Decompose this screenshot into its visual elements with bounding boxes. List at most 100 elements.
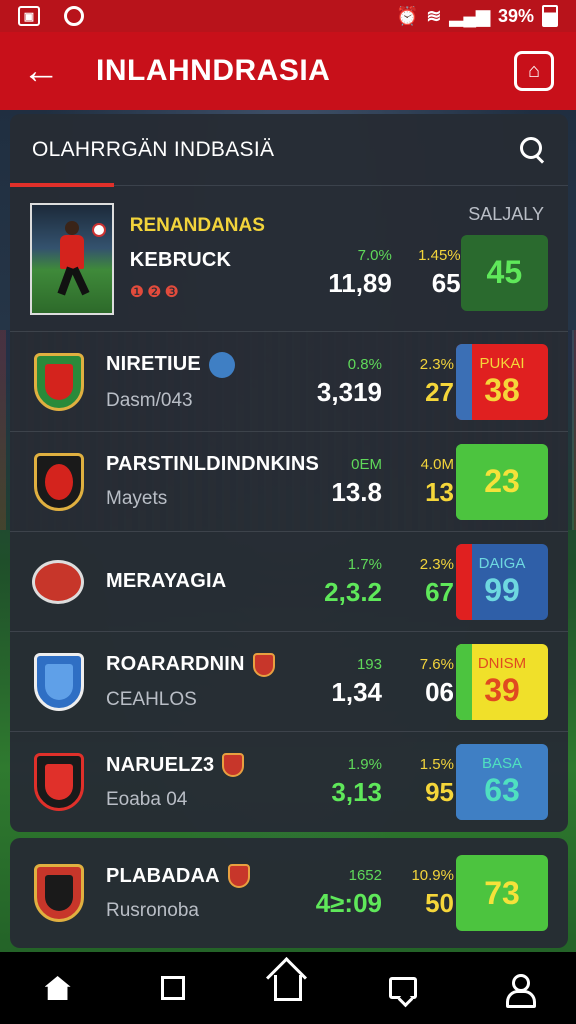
- league-name: RENANDANAS: [129, 215, 265, 236]
- club-crest-icon: [34, 753, 84, 811]
- score-badge: 45: [460, 234, 548, 311]
- team-sub: CEAHLOS: [106, 688, 197, 710]
- stat-secondary-value: 67: [425, 576, 454, 607]
- stat-primary-pct: 1.7%: [347, 555, 382, 573]
- team-badge-icon: [252, 652, 275, 677]
- alarm-icon: ⏰: [396, 5, 419, 26]
- score-badge: DAIGA 99: [456, 543, 548, 620]
- team-sub: Mayets: [106, 488, 168, 509]
- team-sub: Eoaba 04: [106, 789, 188, 810]
- stat-secondary-pct: 4.0M: [420, 455, 454, 473]
- nav-profile[interactable]: [488, 964, 548, 1012]
- wifi-icon: ≋: [426, 5, 442, 26]
- player-name: KEBRUCK: [129, 249, 232, 271]
- stat-secondary-pct: 2.3%: [419, 355, 454, 373]
- stat-secondary-value: 95: [425, 777, 454, 807]
- nav-messages[interactable]: [373, 964, 433, 1012]
- team-badge-icon: [227, 864, 250, 888]
- stat-primary-pct: 7.0%: [357, 246, 392, 264]
- stat-secondary: 4.0M 13: [390, 456, 454, 508]
- team-sub: Dasm/043: [106, 389, 193, 411]
- stat-secondary: 7.6% 06: [390, 656, 454, 708]
- featured-row[interactable]: RENANDANAS KEBRUCK ❶❷❸ 7.0% 11,89 1.45% …: [10, 186, 568, 332]
- player-thumbnail: [30, 202, 114, 315]
- stat-primary: 0EM 13.8: [302, 456, 382, 508]
- gallery-icon: ▣: [18, 6, 40, 26]
- stat-primary-pct: 193: [356, 655, 382, 673]
- list-item[interactable]: PLABADAA Rusronoba 1652 4≥:09 10.9% 50 73: [10, 838, 568, 948]
- score-value: 73: [484, 874, 520, 911]
- stat-secondary-pct: 1.45%: [418, 246, 461, 264]
- stat-primary-value: 1,34: [331, 676, 382, 707]
- list-item[interactable]: MERAYAGIA 1.7% 2,3.2 2.3% 67 DAIGA 99: [10, 532, 568, 632]
- app-bar: ← INLAHNDRASIA ⌂: [0, 32, 576, 110]
- score-badge: DNISM 39: [456, 643, 548, 720]
- team-name: MERAYAGIA: [106, 570, 227, 592]
- score-badge: 73: [456, 855, 548, 931]
- home-icon[interactable]: ⌂: [514, 51, 554, 91]
- club-crest-icon: [32, 559, 84, 604]
- verified-icon: [208, 351, 235, 378]
- battery-icon: [542, 5, 558, 27]
- rank-label: SALJALY: [468, 204, 544, 224]
- status-bar: ▣ ⏰ ≋ ▂▄▆ 39%: [0, 0, 576, 32]
- nav-explore[interactable]: [258, 964, 318, 1012]
- notification-icon: [64, 6, 84, 26]
- square-icon: [160, 976, 185, 1000]
- stat-secondary: 2.3% 27: [390, 356, 454, 408]
- chat-icon: [389, 977, 418, 999]
- rank-dots: ❶❷❸: [129, 284, 182, 301]
- stat-secondary: 1.5% 95: [390, 756, 454, 808]
- battery-percent: 39%: [497, 5, 534, 26]
- person-icon: [504, 974, 537, 1008]
- stat-secondary: 1.45% 65: [400, 247, 461, 299]
- score-value: 23: [484, 463, 520, 499]
- score-value: 63: [484, 772, 520, 808]
- score-label: DNISM: [477, 654, 527, 672]
- list-item[interactable]: NARUELZ3 Eoaba 04 1.9% 3,13 1.5% 95 BASA 63: [10, 732, 568, 832]
- nav-recent[interactable]: [143, 964, 203, 1012]
- stat-secondary-value: 65: [431, 267, 461, 298]
- list-item[interactable]: ROARARDNIN CEAHLOS 193 1,34 7.6% 06 DNISM 3…: [10, 632, 568, 732]
- stat-secondary: 10.9% 50: [390, 867, 454, 919]
- row-info: MERAYAGIA: [106, 570, 302, 593]
- back-arrow-icon[interactable]: ←: [22, 50, 62, 93]
- score-badge: PUKAI 38: [456, 343, 548, 420]
- club-crest-icon: [34, 352, 84, 411]
- search-icon[interactable]: [520, 136, 546, 163]
- stat-primary-value: 4≥:09: [315, 888, 382, 918]
- row-info: ROARARDNIN CEAHLOS: [106, 652, 302, 711]
- house-outline-icon: [273, 975, 302, 1001]
- stat-secondary-pct: 2.3%: [419, 555, 454, 573]
- stat-secondary-value: 13: [425, 476, 454, 507]
- stat-primary-value: 3,13: [331, 777, 382, 807]
- row-info: PARSTINLDINDNKINS Mayets: [106, 453, 319, 510]
- stat-primary: 193 1,34: [302, 656, 382, 708]
- row-info: NIRETIUE Dasm/043: [106, 351, 302, 412]
- team-name: ROARARDNIN: [106, 653, 245, 675]
- row-info: NARUELZ3 Eoaba 04: [106, 753, 302, 811]
- stat-primary: 7.0% 11,89: [316, 247, 392, 299]
- club-crest-icon: [34, 652, 84, 711]
- list-item[interactable]: PARSTINLDINDNKINS Mayets 0EM 13.8 4.0M 13 …: [10, 432, 568, 532]
- stat-secondary: 2.3% 67: [390, 556, 454, 608]
- stat-secondary-value: 27: [425, 376, 454, 407]
- section-header: OLAHRRGÄN INDBASIÄ: [10, 114, 568, 187]
- list-item[interactable]: NIRETIUE Dasm/043 0.8% 3,319 2.3% 27 PUKAI…: [10, 332, 568, 432]
- score-label: DAIGA: [478, 554, 526, 572]
- stat-primary-value: 2,3.2: [324, 576, 382, 607]
- team-sub: Rusronoba: [106, 900, 199, 921]
- score-value: 99: [484, 571, 520, 608]
- stat-primary-pct: 1.9%: [347, 756, 382, 773]
- stat-primary-pct: 1652: [348, 867, 382, 884]
- stat-secondary-value: 06: [425, 676, 454, 707]
- score-badge: 23: [456, 443, 548, 520]
- rankings-panel: OLAHRRGÄN INDBASIÄ RENANDANAS KEBRUCK ❶❷…: [10, 114, 568, 832]
- home-icon: [44, 976, 71, 1000]
- row-name-wrap: NIRETIUE: [106, 351, 302, 378]
- score-label: PUKAI: [479, 354, 525, 372]
- app-title: INLAHNDRASIA: [96, 54, 331, 87]
- row-info: PLABADAA Rusronoba: [106, 864, 302, 922]
- score-value: 38: [484, 371, 520, 408]
- nav-home[interactable]: [28, 964, 88, 1012]
